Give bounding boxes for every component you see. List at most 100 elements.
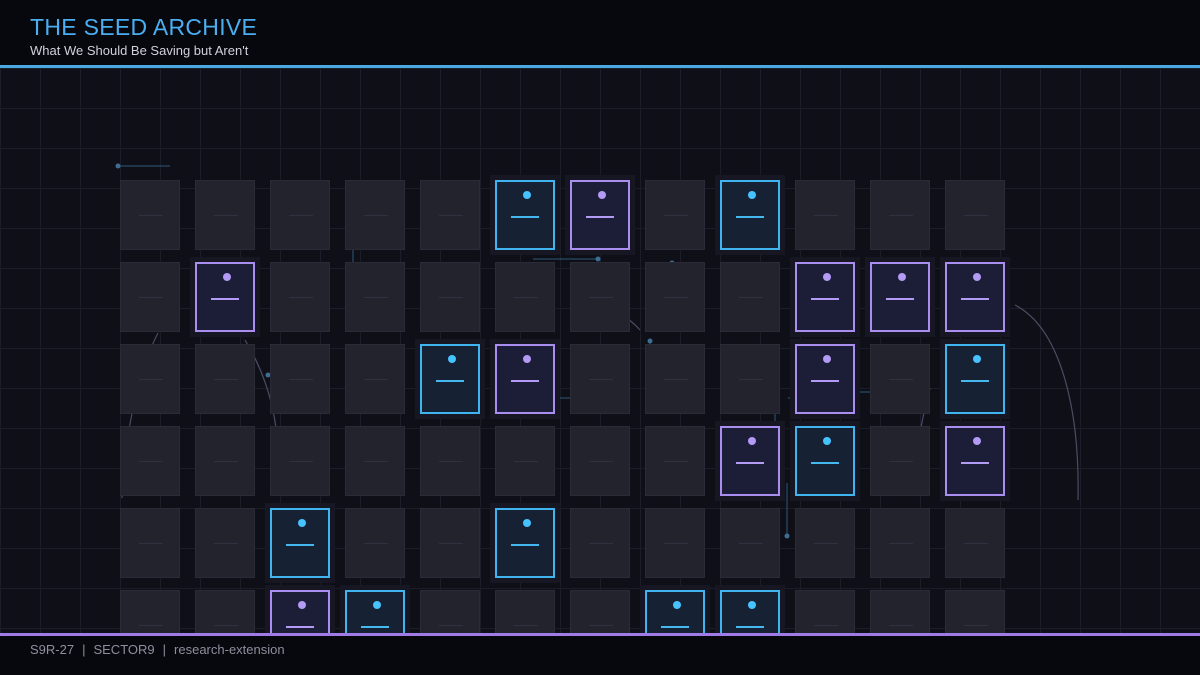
empty-slot-line [139,297,163,298]
empty-seed-cell [120,180,180,250]
footer-meta: S9R-27 | SECTOR9 | research-extension [30,642,285,657]
empty-slot-line [139,625,163,626]
empty-seed-cell [945,590,1005,633]
seed-label-line [811,298,839,300]
saved-seed-cell [195,262,255,332]
empty-seed-cell [270,426,330,496]
empty-slot-line [289,215,313,216]
empty-seed-cell [195,508,255,578]
saved-seed-cell [420,344,480,414]
saved-seed-cell [795,426,855,496]
footer-separator: | [82,642,86,657]
seed-dot-icon [298,601,306,609]
empty-seed-cell [645,180,705,250]
empty-slot-line [439,461,463,462]
empty-seed-cell [495,262,555,332]
empty-slot-line [664,215,688,216]
empty-slot-line [889,625,913,626]
empty-slot-line [889,543,913,544]
empty-seed-cell [345,426,405,496]
seed-dot-icon [373,601,381,609]
seed-dot-icon [823,437,831,445]
empty-seed-cell [345,508,405,578]
seed-label-line [961,298,989,300]
seed-label-line [811,462,839,464]
empty-slot-line [739,543,763,544]
empty-seed-cell [495,590,555,633]
connector-node [115,163,121,169]
seed-archive-grid [0,68,1200,633]
empty-seed-cell [270,262,330,332]
seed-dot-icon [298,519,306,527]
connector-node [595,256,601,262]
empty-seed-cell [720,262,780,332]
empty-slot-line [739,379,763,380]
empty-slot-line [214,461,238,462]
seed-label-line [586,216,614,218]
saved-seed-cell [720,180,780,250]
empty-slot-line [814,543,838,544]
empty-slot-line [889,379,913,380]
empty-slot-line [364,379,388,380]
seed-label-line [811,380,839,382]
seed-label-line [961,462,989,464]
empty-seed-cell [345,180,405,250]
empty-slot-line [289,379,313,380]
seed-label-line [736,216,764,218]
empty-seed-cell [570,344,630,414]
empty-seed-cell [195,590,255,633]
footer-sector: SECTOR9 [93,642,155,657]
empty-slot-line [889,461,913,462]
saved-seed-cell [720,426,780,496]
empty-seed-cell [120,344,180,414]
empty-seed-cell [645,262,705,332]
connector-curve [1014,304,1079,501]
empty-slot-line [664,543,688,544]
empty-slot-line [139,215,163,216]
empty-seed-cell [720,344,780,414]
empty-slot-line [589,379,613,380]
empty-seed-cell [645,344,705,414]
empty-slot-line [364,215,388,216]
empty-seed-cell [495,426,555,496]
empty-slot-line [589,461,613,462]
empty-seed-cell [195,426,255,496]
empty-slot-line [589,543,613,544]
empty-seed-cell [120,262,180,332]
empty-seed-cell [270,180,330,250]
footer-tag: research-extension [174,642,285,657]
empty-slot-line [364,297,388,298]
seed-dot-icon [748,601,756,609]
empty-seed-cell [570,426,630,496]
empty-slot-line [514,625,538,626]
empty-slot-line [214,215,238,216]
seed-label-line [736,462,764,464]
empty-slot-line [439,543,463,544]
empty-slot-line [439,297,463,298]
empty-seed-cell [345,262,405,332]
empty-slot-line [364,461,388,462]
seed-label-line [661,626,689,628]
empty-slot-line [139,379,163,380]
empty-seed-cell [420,426,480,496]
empty-slot-line [289,297,313,298]
empty-slot-line [964,215,988,216]
seed-dot-icon [448,355,456,363]
seed-dot-icon [523,519,531,527]
seed-dot-icon [523,355,531,363]
seed-dot-icon [223,273,231,281]
empty-slot-line [439,625,463,626]
seed-label-line [286,626,314,628]
empty-slot-line [664,297,688,298]
empty-seed-cell [870,426,930,496]
saved-seed-cell [495,344,555,414]
seed-dot-icon [523,191,531,199]
empty-slot-line [964,625,988,626]
empty-slot-line [889,215,913,216]
empty-seed-cell [195,180,255,250]
empty-seed-cell [645,508,705,578]
saved-seed-cell [795,344,855,414]
seed-label-line [211,298,239,300]
seed-dot-icon [748,191,756,199]
header-bar: THE SEED ARCHIVE What We Should Be Savin… [0,0,1200,65]
